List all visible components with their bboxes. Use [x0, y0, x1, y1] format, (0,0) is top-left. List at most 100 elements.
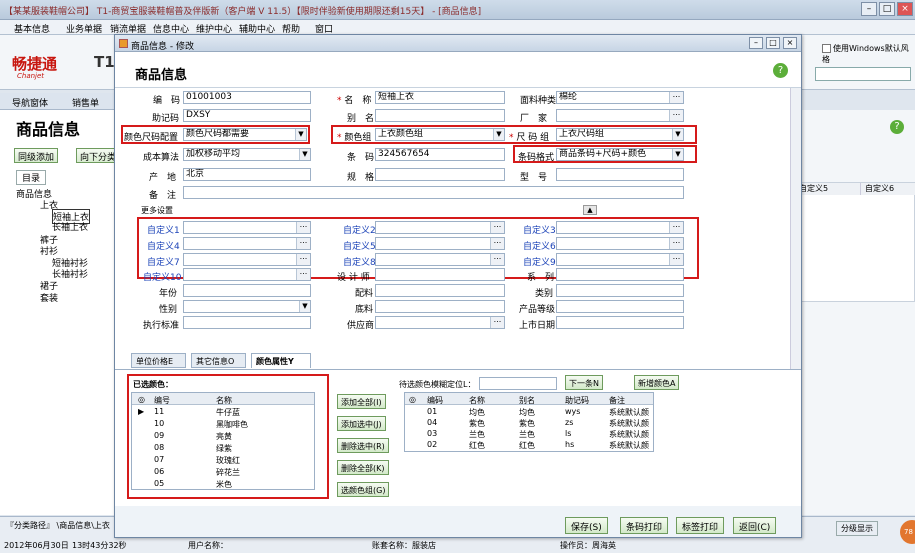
table-cell[interactable]: 系统默认颜: [609, 440, 649, 451]
tab-unit-price[interactable]: 单位价格E: [131, 353, 186, 368]
series-field[interactable]: [556, 268, 684, 281]
bottom-field[interactable]: [375, 300, 505, 313]
minimize-button[interactable]: –: [861, 2, 877, 16]
pending-search-input[interactable]: [479, 377, 557, 390]
table-cell[interactable]: 03: [427, 429, 437, 438]
color-group-select[interactable]: 上衣颜色组 ▼: [375, 128, 505, 141]
table-cell[interactable]: 11: [154, 407, 164, 416]
remark-field[interactable]: [183, 186, 684, 199]
tab-nav-window[interactable]: 导航窗体: [12, 96, 48, 109]
close-button[interactable]: ×: [897, 2, 913, 16]
add-all-button[interactable]: 添加全部(I): [337, 394, 386, 409]
windows-style-checkbox[interactable]: 使用Windows默认风格: [822, 43, 915, 65]
table-cell[interactable]: 牛仔蓝: [216, 407, 240, 418]
custom1-field[interactable]: ...: [183, 221, 311, 234]
add-selected-button[interactable]: 添加选中(J): [337, 416, 386, 431]
help-icon[interactable]: ?: [890, 120, 904, 134]
table-cell[interactable]: 系统默认颜: [609, 418, 649, 429]
factory-field[interactable]: ...: [556, 109, 684, 122]
dialog-close-button[interactable]: ×: [783, 37, 797, 49]
supplier-field[interactable]: ...: [375, 316, 505, 329]
dialog-maximize-button[interactable]: □: [766, 37, 780, 49]
table-cell[interactable]: 均色: [469, 407, 485, 418]
custom10-field[interactable]: ...: [183, 268, 311, 281]
custom3-field[interactable]: ...: [556, 221, 684, 234]
remove-all-button[interactable]: 删除全部(K): [337, 460, 389, 475]
dialog-minimize-button[interactable]: –: [749, 37, 763, 49]
alias-field[interactable]: [375, 109, 505, 122]
custom4-field[interactable]: ...: [183, 237, 311, 250]
table-cell[interactable]: 09: [154, 431, 164, 440]
mnemonic-field[interactable]: DXSY: [183, 109, 311, 122]
custom8-field[interactable]: ...: [375, 253, 505, 266]
table-cell[interactable]: 紫色: [469, 418, 485, 429]
tab-catalog[interactable]: 目录: [16, 170, 47, 185]
table-cell[interactable]: 红色: [469, 440, 485, 451]
table-cell[interactable]: 兰色: [519, 429, 535, 440]
size-group-select[interactable]: 上衣尺码组 ▼: [556, 128, 684, 141]
parts-field[interactable]: [375, 284, 505, 297]
model-field[interactable]: [556, 168, 684, 181]
new-color-button[interactable]: 新增颜色A: [634, 375, 680, 390]
tab-other-info[interactable]: 其它信息O: [191, 353, 246, 368]
grade-field[interactable]: [556, 300, 684, 313]
form-scrollbar[interactable]: [790, 88, 801, 370]
menu-basic[interactable]: 基本信息: [14, 22, 50, 35]
save-button[interactable]: 保存(S): [565, 517, 608, 534]
label-print-button[interactable]: 标签打印: [676, 517, 725, 534]
table-cell[interactable]: 05: [154, 479, 164, 488]
custom7-field[interactable]: ...: [183, 253, 311, 266]
table-cell[interactable]: wys: [565, 407, 580, 416]
table-cell[interactable]: zs: [565, 418, 573, 427]
table-cell[interactable]: 系统默认颜: [609, 407, 649, 418]
table-cell[interactable]: hs: [565, 440, 574, 449]
table-cell[interactable]: 绿紫: [216, 443, 232, 454]
next-button[interactable]: 下一条N: [565, 375, 603, 390]
select-color-group-button[interactable]: 选颜色组(G): [337, 482, 390, 497]
collapse-icon[interactable]: ▲: [583, 205, 597, 215]
standard-field[interactable]: [183, 316, 311, 329]
table-cell[interactable]: 08: [154, 443, 164, 452]
table-cell[interactable]: 紫色: [519, 418, 535, 429]
table-cell[interactable]: 红色: [519, 440, 535, 451]
cost-select[interactable]: 加权移动平均 ▼: [183, 148, 311, 161]
barcode-print-button[interactable]: 条码打印: [620, 517, 669, 534]
tree-item[interactable]: 套装: [40, 291, 58, 304]
custom9-field[interactable]: ...: [556, 253, 684, 266]
table-cell[interactable]: 黑咖啡色: [216, 419, 248, 430]
spec-field[interactable]: [375, 168, 505, 181]
table-cell[interactable]: 亮黄: [216, 431, 232, 442]
table-cell[interactable]: 系统默认颜: [609, 429, 649, 440]
split-display-button[interactable]: 分级显示: [836, 521, 878, 536]
maximize-button[interactable]: □: [879, 2, 895, 16]
add-sibling-button[interactable]: 同级添加: [14, 148, 59, 163]
table-cell[interactable]: 米色: [216, 479, 232, 490]
barcode-format-select[interactable]: 商品条码+尺码+颜色 ▼: [556, 148, 684, 161]
table-cell[interactable]: 碎花兰: [216, 467, 240, 478]
gender-select[interactable]: ▼: [183, 300, 311, 313]
origin-field[interactable]: 北京: [183, 168, 311, 181]
custom6-field[interactable]: ...: [556, 237, 684, 250]
table-cell[interactable]: ls: [565, 429, 571, 438]
table-cell[interactable]: 04: [427, 418, 437, 427]
table-cell[interactable]: 10: [154, 419, 164, 428]
color-size-config-select[interactable]: 颜色尺码都需要 ▼: [183, 128, 307, 141]
custom2-field[interactable]: ...: [375, 221, 505, 234]
help-icon[interactable]: ?: [773, 63, 788, 78]
table-cell[interactable]: 02: [427, 440, 437, 449]
return-button[interactable]: 返回(C): [733, 517, 777, 534]
tab-sales[interactable]: 销售单: [72, 96, 99, 109]
market-date-field[interactable]: [556, 316, 684, 329]
fabric-field[interactable]: 棉纶...: [556, 91, 684, 104]
top-right-combo[interactable]: [815, 67, 911, 81]
custom5-field[interactable]: ...: [375, 237, 505, 250]
year-field[interactable]: [183, 284, 311, 297]
category-field[interactable]: [556, 284, 684, 297]
table-cell[interactable]: 07: [154, 455, 164, 464]
name-field[interactable]: 短袖上衣: [375, 91, 505, 104]
menu-business[interactable]: 业务单据: [66, 22, 102, 35]
table-cell[interactable]: 均色: [519, 407, 535, 418]
tree-item[interactable]: 长袖上衣: [52, 220, 88, 233]
table-cell[interactable]: 兰色: [469, 429, 485, 440]
table-cell[interactable]: 玫瑰红: [216, 455, 240, 466]
